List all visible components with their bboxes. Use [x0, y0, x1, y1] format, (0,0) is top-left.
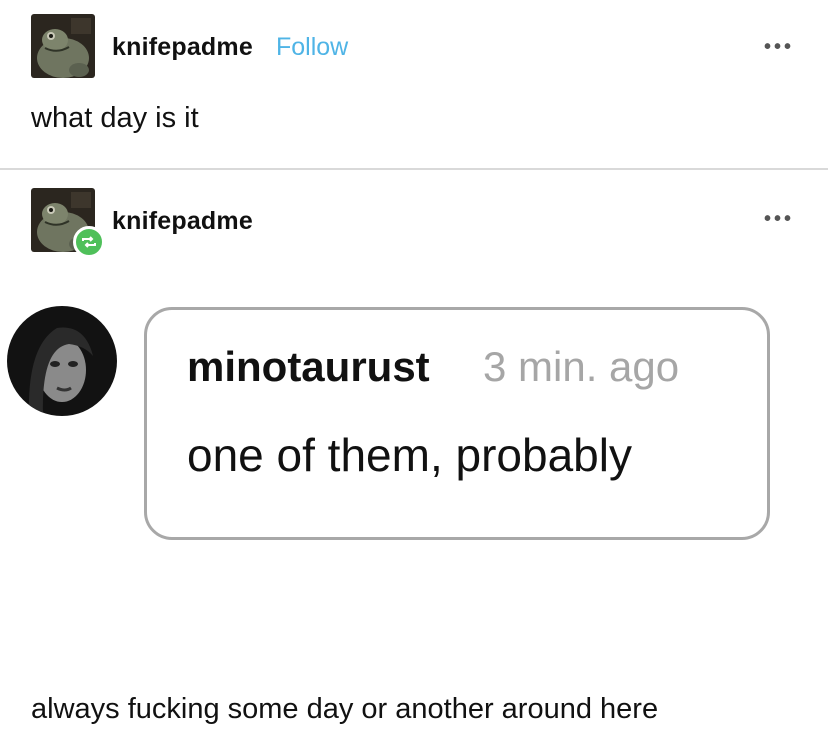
reblog-icon: [73, 226, 105, 258]
post-author-name[interactable]: knifepadme: [112, 33, 253, 62]
quoted-timestamp: 3 min. ago: [483, 343, 680, 390]
reblog-author-name[interactable]: knifepadme: [112, 207, 253, 236]
more-options-icon[interactable]: •••: [764, 36, 794, 59]
reblog-caption: always fucking some day or another aroun…: [31, 693, 659, 725]
quoted-user-avatar: [7, 306, 117, 416]
quoted-username: minotaurust: [187, 343, 430, 390]
post-text: what day is it: [31, 102, 199, 134]
post-divider: [0, 168, 828, 170]
quoted-message-bubble: minotaurust 3 min. ago one of them, prob…: [144, 307, 770, 540]
more-options-icon[interactable]: •••: [764, 208, 794, 231]
quoted-message-text: one of them, probably: [187, 429, 632, 481]
frog-avatar-icon: [31, 14, 95, 78]
post-author-avatar[interactable]: [31, 14, 95, 78]
follow-button[interactable]: Follow: [276, 33, 348, 62]
